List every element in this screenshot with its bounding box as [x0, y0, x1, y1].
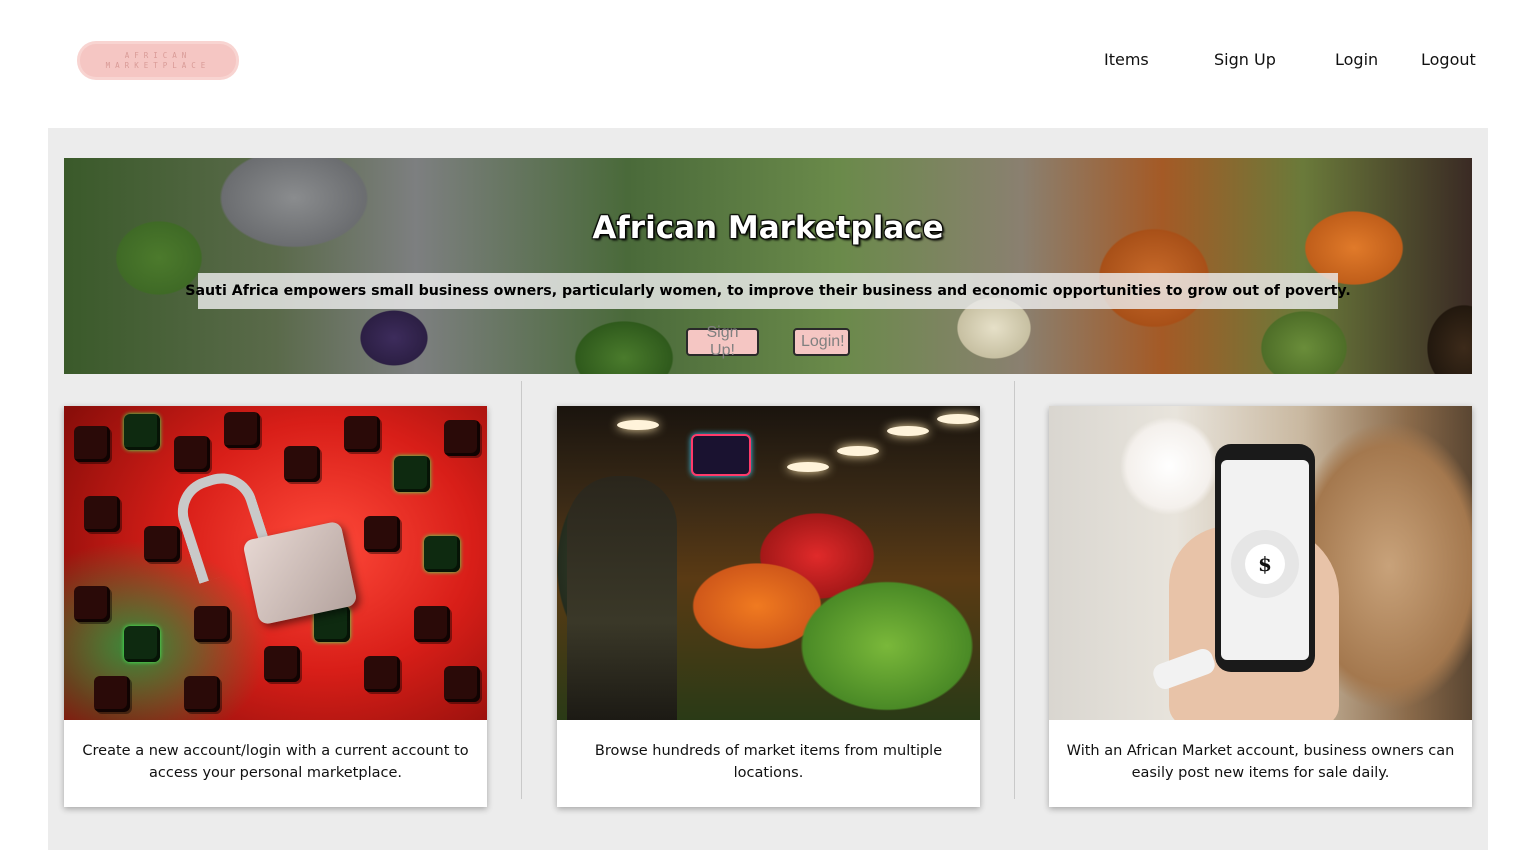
hanging-lamp	[787, 462, 829, 472]
hanging-lamp	[887, 426, 929, 436]
keyboard-key	[444, 666, 480, 702]
keyboard-key	[124, 626, 160, 662]
phone-payment-image: $	[1049, 406, 1472, 720]
feature-card-sell: $ With an African Market account, busine…	[1049, 406, 1472, 807]
keyboard-key	[94, 676, 130, 712]
nav-signup-link[interactable]: Sign Up	[1214, 50, 1276, 69]
keyboard-key	[84, 496, 120, 532]
feature-card-account: Create a new account/login with a curren…	[64, 406, 487, 807]
card-caption: Create a new account/login with a curren…	[82, 743, 469, 781]
keyboard-key	[364, 656, 400, 692]
keyboard-key	[264, 646, 300, 682]
keyboard-key	[224, 412, 260, 448]
hero-login-button[interactable]: Login!	[793, 328, 850, 356]
keyboard-key	[174, 436, 210, 472]
keyboard-key	[184, 676, 220, 712]
keyboard-key	[144, 526, 180, 562]
column-divider	[1014, 381, 1015, 799]
site-header: AFRICAN MARKETPLACE Items Sign Up Login …	[0, 0, 1536, 128]
main-nav: Items Sign Up Login Logout	[0, 50, 1536, 74]
column-divider	[521, 381, 522, 799]
padlock-keyboard-image	[64, 406, 487, 720]
keyboard-key	[74, 586, 110, 622]
hero-signup-button[interactable]: Sign Up!	[686, 324, 759, 359]
keyboard-key	[124, 414, 160, 450]
keyboard-key	[414, 606, 450, 642]
keyboard-key	[444, 420, 480, 456]
feature-card-browse: Browse hundreds of market items from mul…	[557, 406, 980, 807]
nav-items-link[interactable]: Items	[1104, 50, 1149, 69]
market-stall-image	[557, 406, 980, 720]
keyboard-key	[284, 446, 320, 482]
card-caption: Browse hundreds of market items from mul…	[594, 743, 943, 781]
hanging-lamp	[617, 420, 659, 430]
keyboard-key	[394, 456, 430, 492]
nav-login-link[interactable]: Login	[1335, 50, 1378, 69]
keyboard-key	[344, 416, 380, 452]
hero-banner: African Marketplace Sauti Africa empower…	[64, 158, 1472, 374]
nav-logout-link[interactable]: Logout	[1421, 50, 1476, 69]
shopper-figure	[567, 476, 677, 720]
hero-subtitle: Sauti Africa empowers small business own…	[185, 273, 1351, 309]
card-caption: With an African Market account, business…	[1066, 743, 1455, 781]
main-content: African Marketplace Sauti Africa empower…	[48, 128, 1488, 850]
keyboard-key	[74, 426, 110, 462]
hanging-lamp	[937, 414, 979, 424]
hanging-lamp	[837, 446, 879, 456]
hero-title: African Marketplace	[592, 210, 944, 246]
neon-sign	[691, 434, 751, 476]
keyboard-key	[364, 516, 400, 552]
keyboard-key	[194, 606, 230, 642]
dollar-icon: $	[1245, 544, 1285, 584]
keyboard-key	[424, 536, 460, 572]
